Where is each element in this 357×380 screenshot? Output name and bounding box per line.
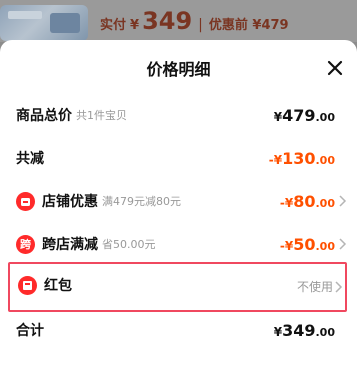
product-thumbnail	[0, 5, 88, 41]
paid-label: 实付	[100, 18, 127, 33]
row-sub: 满479元减80元	[102, 195, 181, 208]
chevron-right-icon	[339, 238, 347, 250]
row-label: 店铺优惠	[42, 194, 98, 210]
cross-store-icon: 跨	[16, 234, 35, 254]
row-amount: ¥ 479 .00	[273, 105, 335, 125]
row-label: 共减	[16, 151, 44, 167]
paid-currency: ¥	[130, 18, 140, 33]
row-cross-store-discount[interactable]: 跨 跨店满减 省50.00元 -¥ 50 .00	[0, 229, 357, 259]
price-detail-sheet: 价格明细 商品总价 共1件宝贝 ¥ 479 .00 共减 -¥ 130 .00	[0, 40, 357, 380]
row-amount: -¥ 80 .00	[279, 191, 335, 211]
shop-icon	[16, 191, 35, 211]
row-shop-discount[interactable]: 店铺优惠 满479元减80元 -¥ 80 .00	[0, 186, 357, 216]
row-amount: ¥ 349 .00	[273, 320, 335, 340]
row-red-packet[interactable]: 红包 不使用	[8, 262, 347, 312]
background-product-strip: 实付 ¥ 349 | 优惠前 ¥479	[0, 0, 357, 42]
close-icon	[327, 60, 343, 76]
row-sub: 共1件宝贝	[76, 109, 127, 122]
red-packet-status: 不使用	[296, 280, 333, 294]
chevron-right-icon	[335, 281, 343, 293]
background-price: 实付 ¥ 349 | 优惠前 ¥479	[100, 7, 289, 37]
row-sub: 省50.00元	[102, 238, 156, 251]
row-amount: -¥ 130 .00	[268, 148, 335, 168]
row-label: 商品总价	[16, 108, 72, 124]
chevron-right-icon	[339, 195, 347, 207]
row-total-discount: 共减 -¥ 130 .00	[0, 143, 357, 173]
price-separator: |	[198, 17, 203, 33]
row-goods-total: 商品总价 共1件宝贝 ¥ 479 .00	[0, 100, 357, 130]
paid-amount: 349	[142, 7, 193, 35]
row-label: 跨店满减	[42, 237, 98, 253]
row-grand-total: 合计 ¥ 349 .00	[0, 315, 357, 345]
close-button[interactable]	[325, 58, 345, 78]
red-packet-icon	[18, 275, 37, 295]
sheet-title: 价格明细	[146, 60, 211, 79]
row-label: 红包	[44, 278, 72, 294]
row-amount: -¥ 50 .00	[279, 234, 335, 254]
row-label: 合计	[16, 323, 44, 339]
original-price: 优惠前 ¥479	[208, 18, 289, 33]
